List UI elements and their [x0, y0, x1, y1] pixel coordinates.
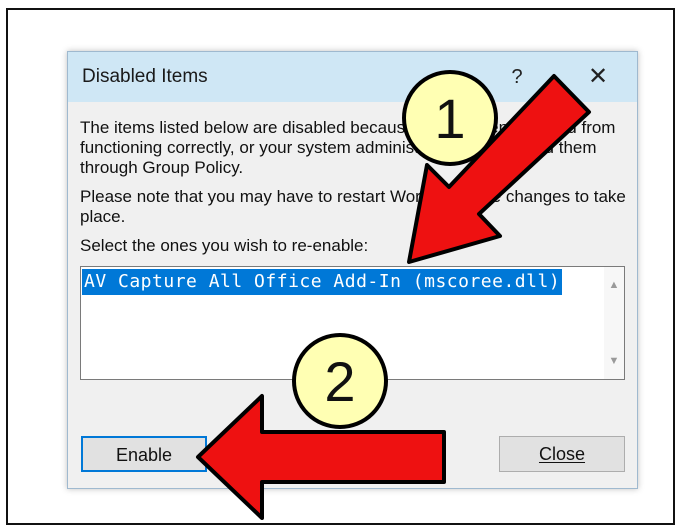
close-icon[interactable]: ✕	[580, 62, 616, 92]
disabled-items-listbox[interactable]: AV Capture All Office Add-In (mscoree.dl…	[80, 266, 625, 380]
enable-button[interactable]: Enable	[81, 436, 207, 472]
dialog-description: The items listed below are disabled beca…	[80, 118, 628, 265]
description-paragraph-3: Select the ones you wish to re-enable:	[80, 236, 369, 255]
title-bar: Disabled Items ? ✕	[68, 52, 637, 102]
help-button[interactable]: ?	[502, 62, 532, 92]
description-paragraph-2: Please note that you may have to restart…	[80, 187, 626, 226]
scroll-up-icon[interactable]: ▲	[604, 275, 624, 295]
close-button-label: Close	[538, 444, 586, 464]
disabled-items-dialog: Disabled Items ? ✕ The items listed belo…	[67, 51, 638, 489]
dialog-title: Disabled Items	[82, 66, 208, 87]
description-paragraph-1: The items listed below are disabled beca…	[80, 118, 616, 177]
listbox-scrollbar[interactable]: ▲ ▼	[604, 267, 624, 379]
close-button[interactable]: Close	[499, 436, 625, 472]
scroll-down-icon[interactable]: ▼	[604, 351, 624, 371]
list-item-selected[interactable]: AV Capture All Office Add-In (mscoree.dl…	[82, 269, 563, 295]
